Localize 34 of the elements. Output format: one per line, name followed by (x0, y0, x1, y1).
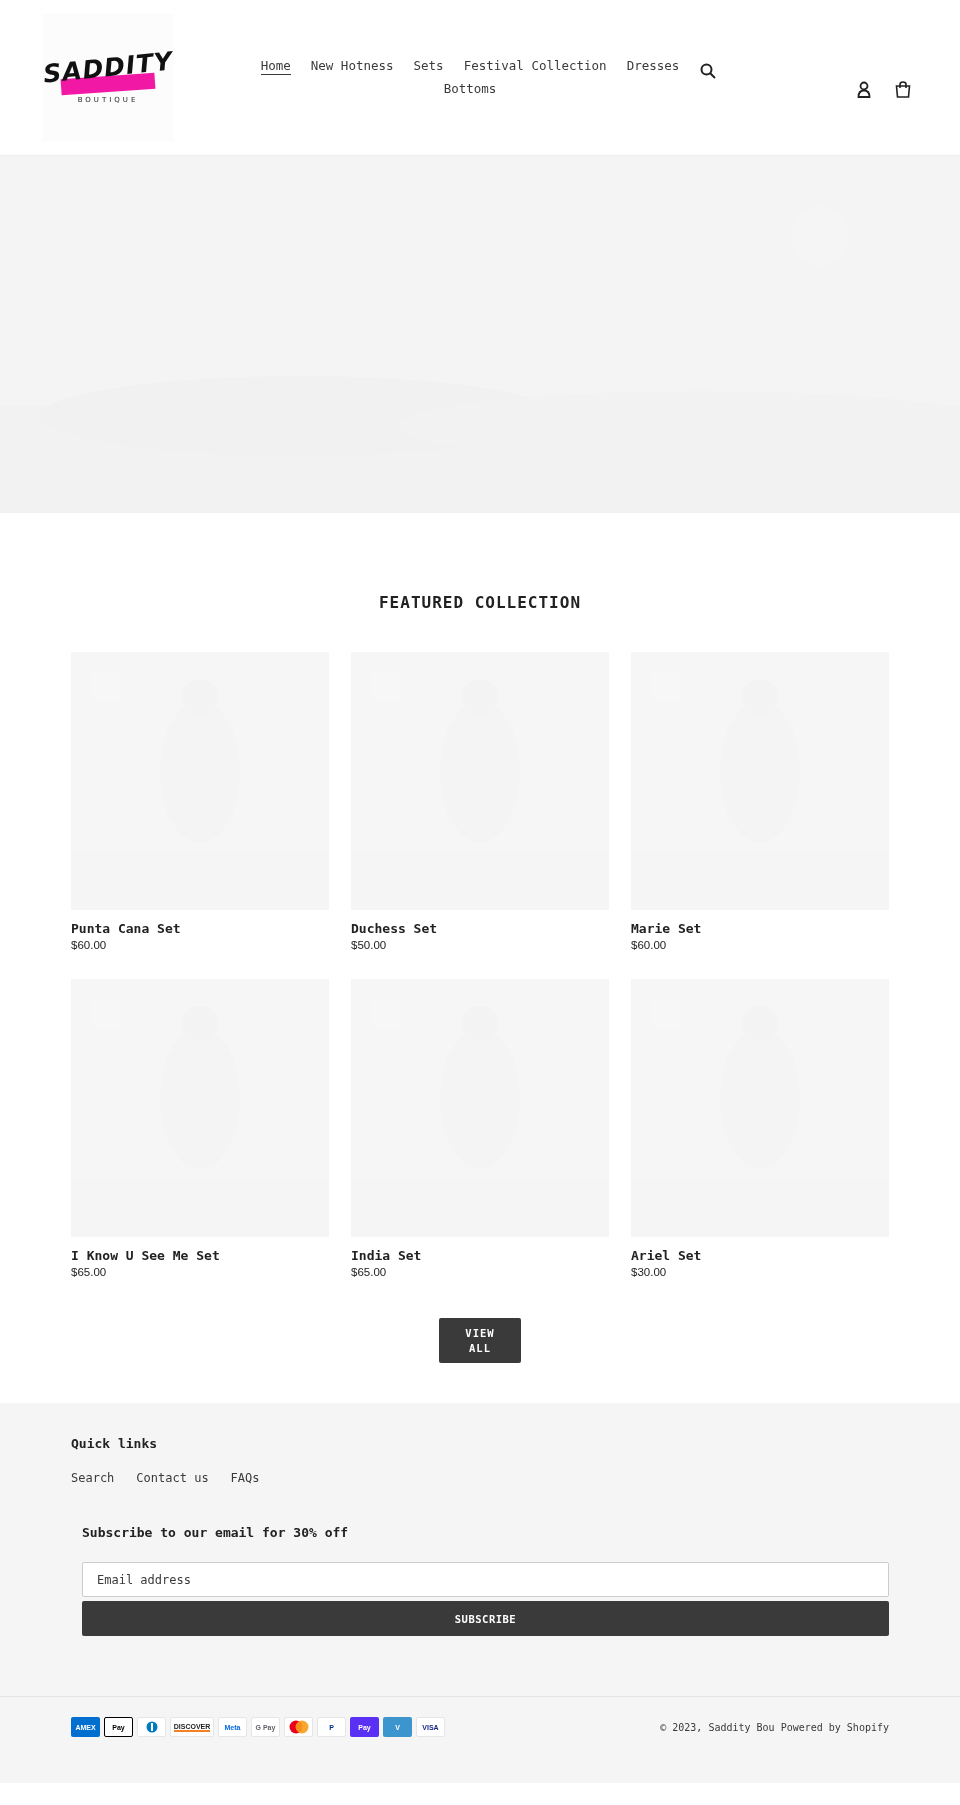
product-price: $50.00 (351, 939, 388, 951)
product-title[interactable]: I Know U See Me Set (71, 1248, 329, 1263)
footer-heading: Quick links (71, 1436, 159, 1451)
footer-link[interactable]: Contact us (136, 1471, 209, 1485)
nav-link[interactable]: New Hotness (310, 58, 394, 75)
product-title[interactable]: Marie Set (631, 921, 889, 936)
product-title[interactable]: Duchess Set (351, 921, 609, 936)
footer-link[interactable]: FAQs (230, 1471, 260, 1485)
product-title[interactable]: Punta Cana Set (71, 921, 329, 936)
section-heading: FEATURED COLLECTION (379, 593, 581, 612)
nav-link[interactable]: Dresses (626, 58, 680, 75)
footer-link[interactable]: Search (71, 1471, 115, 1485)
product-price: $60.00 (631, 939, 668, 951)
product-price: $30.00 (631, 1266, 668, 1278)
payment-icon (137, 1717, 166, 1737)
account-icon[interactable] (857, 81, 871, 98)
cart-icon[interactable] (895, 81, 911, 98)
nav-link[interactable]: Sets (413, 58, 444, 75)
payment-icon (284, 1717, 313, 1737)
powered-by-link[interactable]: Powered by Shopify (780, 1721, 889, 1733)
copyright-text: © 2023, Saddity Bou (660, 1721, 775, 1733)
product-title[interactable]: Ariel Set (631, 1248, 889, 1263)
nav-link[interactable]: Festival Collection (463, 58, 607, 75)
search-icon[interactable] (700, 63, 716, 79)
product-price: $65.00 (71, 1266, 108, 1278)
email-field[interactable]: Email address (82, 1562, 889, 1597)
subscribe-button[interactable]: SUBSCRIBE (82, 1601, 889, 1636)
product-title[interactable]: India Set (351, 1248, 609, 1263)
nav-link[interactable]: Home (260, 58, 291, 75)
newsletter-heading: Subscribe to our email for 30% off (82, 1525, 350, 1540)
product-price: $60.00 (71, 939, 108, 951)
product-price: $65.00 (351, 1266, 388, 1278)
nav-link[interactable]: Bottoms (443, 81, 497, 97)
view-all-button[interactable]: VIEW ALL (439, 1318, 521, 1363)
